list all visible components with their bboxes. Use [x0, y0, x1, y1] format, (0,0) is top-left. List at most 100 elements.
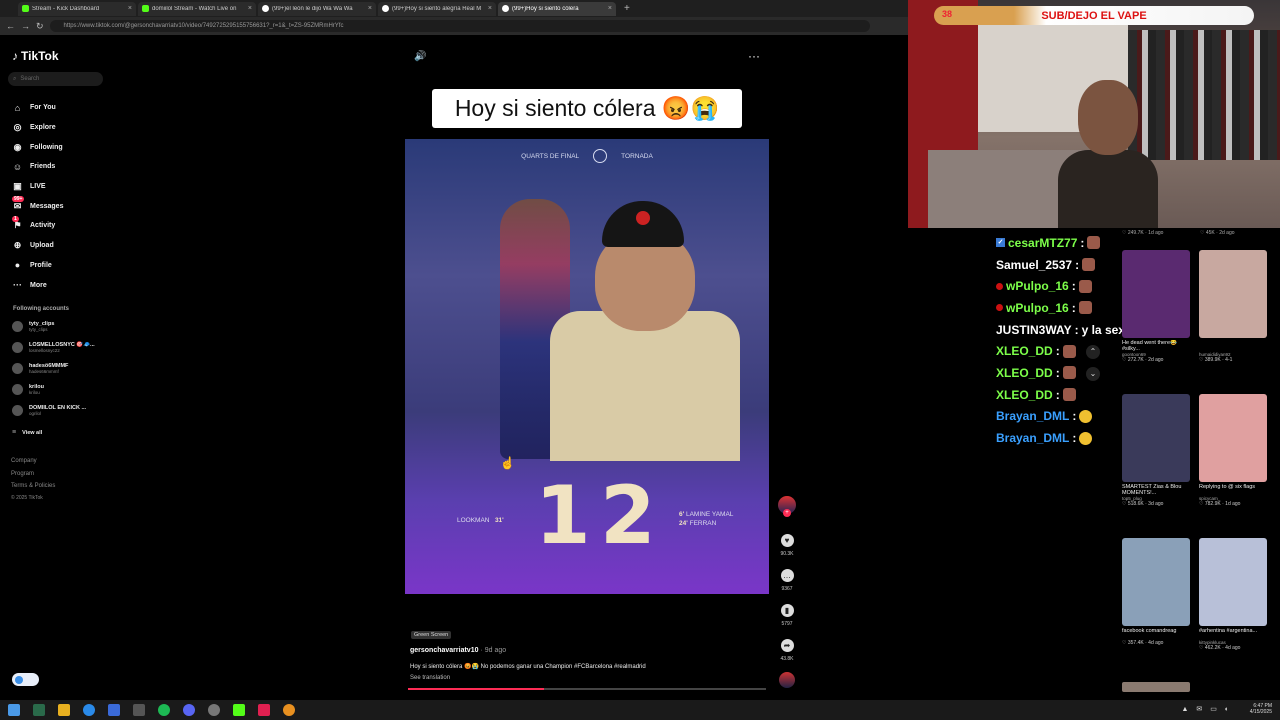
chat-username[interactable]: Samuel_2537	[996, 258, 1072, 272]
browser-tab[interactable]: domiilol Stream - Watch Live on ×	[138, 1, 256, 16]
browser-tab[interactable]: (99+)el león le dijo Wa Wa Wa ×	[258, 1, 376, 16]
kick-icon	[22, 5, 29, 12]
video-thumbnail[interactable]	[1122, 394, 1190, 482]
video-player[interactable]: QUARTS DE FINAL TORNADA 1 2 LOOKMAN 31' …	[405, 139, 769, 594]
video-author[interactable]: gersonchavarriatv10 · 9d ago	[410, 647, 506, 654]
video-card[interactable]: facebook comandreag ♡ 357.4K · 4d ago	[1122, 538, 1190, 646]
reload-icon[interactable]: ↻	[36, 21, 44, 32]
following-account[interactable]: DOMIILOL EN KICK ... ogrilol	[12, 405, 86, 416]
chat-username[interactable]: JUSTIN3WAY	[996, 323, 1072, 337]
chat-username[interactable]: wPulpo_16	[1006, 279, 1069, 293]
list-icon: ≡	[12, 429, 17, 436]
following-account[interactable]: krilou krilou	[12, 384, 44, 395]
chevron-down-icon[interactable]: ⌄	[1086, 367, 1100, 381]
pen-icon[interactable]	[133, 704, 145, 716]
obs-icon[interactable]	[208, 704, 220, 716]
video-card[interactable]: Replying to @ six flags spicycam_ ♡ 782.9K…	[1199, 394, 1267, 507]
app-icon[interactable]	[108, 704, 120, 716]
following-account[interactable]: LOSMELLOSNYC 🎯🧢... losmellosnyc22	[12, 342, 95, 353]
chat-message: XLEO_DD:	[996, 340, 1121, 362]
chat-username[interactable]: XLEO_DD	[996, 344, 1053, 358]
spotify-icon[interactable]	[158, 704, 170, 716]
see-translation-link[interactable]: See translation	[410, 675, 450, 681]
tiktok-logo[interactable]: ♪ TikTok	[12, 49, 59, 63]
close-icon[interactable]: ×	[488, 5, 492, 12]
champions-league-icon	[593, 149, 608, 163]
chat-message: JUSTIN3WAY: y la sexta ?	[996, 322, 1147, 337]
video-thumbnail[interactable]	[1199, 538, 1267, 626]
video-thumbnail[interactable]	[1122, 250, 1190, 338]
following-account[interactable]: tyty_clips tyty_clips	[12, 321, 54, 332]
green-screen-tag[interactable]: Green Screen	[411, 631, 452, 639]
back-icon[interactable]: ←	[6, 21, 15, 31]
tiktok-icon[interactable]	[258, 704, 270, 716]
nav-item-explore[interactable]: ◎ Explore	[12, 118, 63, 138]
chevron-up-icon[interactable]: ⌃	[1086, 345, 1100, 359]
like-button[interactable]: ♥ 90.3K	[776, 534, 798, 557]
start-icon[interactable]	[8, 704, 20, 716]
footer-program[interactable]: Program	[11, 471, 34, 477]
chat-username[interactable]: cesarMTZ77	[1008, 236, 1077, 250]
video-thumbnail[interactable]	[1122, 538, 1190, 626]
nav-item-more[interactable]: ··· More	[12, 275, 63, 295]
nav-item-live[interactable]: ▣ LIVE	[12, 177, 63, 197]
chat-username[interactable]: Brayan_DML	[996, 431, 1069, 445]
nav-item-for-you[interactable]: ⌂ For You	[12, 98, 63, 118]
mouse-cursor-icon: ☝	[500, 456, 515, 470]
following-account[interactable]: hadesö6MMMF hades66mmmf	[12, 363, 68, 374]
chat-username[interactable]: XLEO_DD	[996, 366, 1053, 380]
clock[interactable]: 6:47 PM 4/15/2025	[1250, 703, 1272, 715]
browser-tab-active[interactable]: (99+)Hoy si siento cólera ×	[498, 1, 616, 16]
video-thumbnail[interactable]	[1199, 250, 1267, 338]
tray-icons[interactable]: ▲ ✉ ▭ ◐	[1182, 705, 1232, 713]
grid-thumbnail[interactable]	[1122, 682, 1190, 692]
volume-icon[interactable]: 🔊	[414, 51, 426, 62]
discord-icon[interactable]	[183, 704, 195, 716]
new-tab-button[interactable]: +	[624, 3, 630, 14]
close-icon[interactable]: ×	[128, 5, 132, 12]
kick-icon[interactable]	[233, 704, 245, 716]
browser-tab[interactable]: Stream - Kick Dashboard ×	[18, 1, 136, 16]
chat-username[interactable]: XLEO_DD	[996, 388, 1053, 402]
chat-message: Brayan_DML:	[996, 406, 1121, 428]
browser-tab[interactable]: (99+)Hoy si siento alegría Real M ×	[378, 1, 496, 16]
app-icon[interactable]	[33, 704, 45, 716]
save-button[interactable]: ▮ 5797	[776, 604, 798, 627]
forward-icon[interactable]: →	[21, 21, 30, 31]
nav-item-following[interactable]: ◉ Following	[12, 137, 63, 157]
video-card[interactable]: He dead went there😂 #silky... goontoon69 ♡…	[1122, 250, 1190, 363]
video-progress-bar[interactable]	[408, 688, 766, 690]
more-options-icon[interactable]: ···	[748, 49, 760, 63]
search-icon: ⌕	[13, 75, 17, 82]
folder-icon[interactable]	[58, 704, 70, 716]
nav-item-messages[interactable]: ✉ 99+ Messages	[12, 196, 63, 216]
nav-item-friends[interactable]: ☺ Friends	[12, 157, 63, 177]
nav-item-upload[interactable]: ⊕ Upload	[12, 236, 63, 256]
footer-company[interactable]: Company	[11, 458, 37, 464]
video-card[interactable]: SMARTEST Zias & Blou MOMENTS!... top5_plu…	[1122, 394, 1190, 507]
video-thumbnail[interactable]	[1199, 394, 1267, 482]
url-input[interactable]: https://www.tiktok.com/@gersonchavarriat…	[49, 20, 870, 32]
follow-plus-icon[interactable]: +	[783, 509, 791, 517]
author-avatar[interactable]: +	[778, 496, 796, 517]
share-button[interactable]: ➦ 43.8K	[776, 639, 798, 662]
comment-button[interactable]: … 9367	[776, 569, 798, 592]
nav-item-profile[interactable]: ● Profile	[12, 256, 63, 276]
app-icon[interactable]	[283, 704, 295, 716]
close-icon[interactable]: ×	[368, 5, 372, 12]
close-icon[interactable]: ×	[248, 5, 252, 12]
search-input[interactable]: ⌕ Search	[8, 72, 103, 86]
nav-item-activity[interactable]: ⚑ 1 Activity	[12, 216, 63, 236]
avatar	[12, 363, 23, 374]
chat-username[interactable]: wPulpo_16	[1006, 301, 1069, 315]
video-card[interactable]: humaididiyan92 ♡ 389.9K · 4-1	[1199, 250, 1267, 363]
chat-username[interactable]: Brayan_DML	[996, 409, 1069, 423]
chrome-icon[interactable]	[83, 704, 95, 716]
music-disc-icon[interactable]	[779, 672, 795, 688]
footer-terms[interactable]: Terms & Policies	[11, 483, 55, 489]
close-icon[interactable]: ×	[608, 5, 612, 12]
view-all-link[interactable]: ≡ View all	[12, 429, 42, 436]
emote-icon	[1062, 388, 1076, 402]
theme-toggle[interactable]	[12, 673, 39, 686]
video-card[interactable]: #arhentina #argentina... kittypinklucas ♡ …	[1199, 538, 1267, 651]
